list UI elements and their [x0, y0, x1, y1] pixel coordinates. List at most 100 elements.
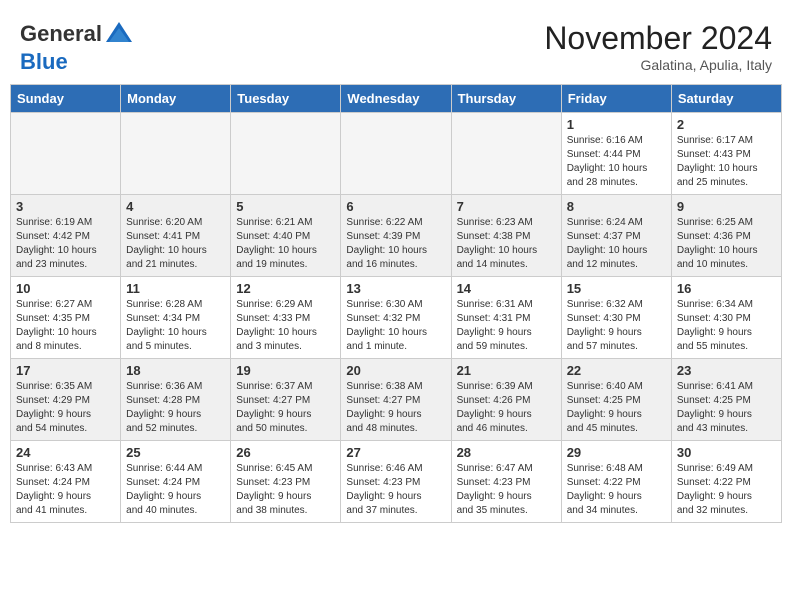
calendar-cell: 2 Sunrise: 6:17 AM Sunset: 4:43 PM Daylig… — [671, 113, 781, 195]
day-info: Sunrise: 6:16 AM Sunset: 4:44 PM Dayligh… — [567, 134, 666, 190]
calendar-cell: 23 Sunrise: 6:41 AM Sunset: 4:25 PM Dayli… — [671, 359, 781, 441]
calendar-cell: 14Sunrise: 6:31 AM Sunset: 4:31 PM Dayli… — [451, 277, 561, 359]
month-title: November 2024 — [544, 20, 772, 57]
day-info: Sunrise: 6:37 AM Sunset: 4:27 PM Dayligh… — [236, 380, 335, 436]
day-number: 9 — [677, 199, 776, 214]
day-info: Sunrise: 6:22 AM Sunset: 4:39 PM Dayligh… — [346, 216, 445, 272]
day-number: 18 — [126, 363, 225, 378]
day-info: Sunrise: 6:44 AM Sunset: 4:24 PM Dayligh… — [126, 462, 225, 518]
calendar-week-5: 24 Sunrise: 6:43 AM Sunset: 4:24 PM Dayli… — [11, 441, 782, 523]
day-info: Sunrise: 6:30 AM Sunset: 4:32 PM Dayligh… — [346, 298, 445, 354]
logo-icon — [104, 20, 134, 50]
day-number: 5 — [236, 199, 335, 214]
calendar-cell — [11, 113, 121, 195]
logo-general: General — [20, 21, 102, 46]
day-number: 12 — [236, 281, 335, 296]
calendar-cell — [341, 113, 451, 195]
calendar-cell: 10 Sunrise: 6:27 AM Sunset: 4:35 PM Dayli… — [11, 277, 121, 359]
day-number: 16 — [677, 281, 776, 296]
calendar-cell: 7Sunrise: 6:23 AM Sunset: 4:38 PM Daylig… — [451, 195, 561, 277]
day-info: Sunrise: 6:17 AM Sunset: 4:43 PM Dayligh… — [677, 134, 776, 190]
day-number: 6 — [346, 199, 445, 214]
day-info: Sunrise: 6:27 AM Sunset: 4:35 PM Dayligh… — [16, 298, 115, 354]
calendar-cell — [231, 113, 341, 195]
weekday-header-monday: Monday — [121, 85, 231, 113]
calendar-cell: 17Sunrise: 6:35 AM Sunset: 4:29 PM Dayli… — [11, 359, 121, 441]
calendar-week-3: 10 Sunrise: 6:27 AM Sunset: 4:35 PM Dayli… — [11, 277, 782, 359]
calendar-cell: 18Sunrise: 6:36 AM Sunset: 4:28 PM Dayli… — [121, 359, 231, 441]
calendar-cell: 4Sunrise: 6:20 AM Sunset: 4:41 PM Daylig… — [121, 195, 231, 277]
calendar-week-4: 17Sunrise: 6:35 AM Sunset: 4:29 PM Dayli… — [11, 359, 782, 441]
day-info: Sunrise: 6:20 AM Sunset: 4:41 PM Dayligh… — [126, 216, 225, 272]
day-info: Sunrise: 6:41 AM Sunset: 4:25 PM Dayligh… — [677, 380, 776, 436]
day-number: 24 — [16, 445, 115, 460]
calendar-cell: 26Sunrise: 6:45 AM Sunset: 4:23 PM Dayli… — [231, 441, 341, 523]
calendar-cell: 27Sunrise: 6:46 AM Sunset: 4:23 PM Dayli… — [341, 441, 451, 523]
calendar-cell: 3Sunrise: 6:19 AM Sunset: 4:42 PM Daylig… — [11, 195, 121, 277]
calendar-cell: 5 Sunrise: 6:21 AM Sunset: 4:40 PM Daylig… — [231, 195, 341, 277]
day-info: Sunrise: 6:28 AM Sunset: 4:34 PM Dayligh… — [126, 298, 225, 354]
day-info: Sunrise: 6:46 AM Sunset: 4:23 PM Dayligh… — [346, 462, 445, 518]
day-info: Sunrise: 6:29 AM Sunset: 4:33 PM Dayligh… — [236, 298, 335, 354]
weekday-header-tuesday: Tuesday — [231, 85, 341, 113]
calendar-table: SundayMondayTuesdayWednesdayThursdayFrid… — [10, 84, 782, 523]
day-info: Sunrise: 6:45 AM Sunset: 4:23 PM Dayligh… — [236, 462, 335, 518]
calendar-cell: 29Sunrise: 6:48 AM Sunset: 4:22 PM Dayli… — [561, 441, 671, 523]
day-info: Sunrise: 6:35 AM Sunset: 4:29 PM Dayligh… — [16, 380, 115, 436]
page-header: General Blue November 2024 Galatina, Apu… — [10, 10, 782, 79]
day-info: Sunrise: 6:19 AM Sunset: 4:42 PM Dayligh… — [16, 216, 115, 272]
calendar-week-2: 3Sunrise: 6:19 AM Sunset: 4:42 PM Daylig… — [11, 195, 782, 277]
weekday-header-saturday: Saturday — [671, 85, 781, 113]
day-number: 22 — [567, 363, 666, 378]
calendar-cell: 15Sunrise: 6:32 AM Sunset: 4:30 PM Dayli… — [561, 277, 671, 359]
day-number: 30 — [677, 445, 776, 460]
day-info: Sunrise: 6:47 AM Sunset: 4:23 PM Dayligh… — [457, 462, 556, 518]
calendar-cell: 6 Sunrise: 6:22 AM Sunset: 4:39 PM Daylig… — [341, 195, 451, 277]
calendar-cell: 30 Sunrise: 6:49 AM Sunset: 4:22 PM Dayli… — [671, 441, 781, 523]
calendar-cell: 8 Sunrise: 6:24 AM Sunset: 4:37 PM Daylig… — [561, 195, 671, 277]
calendar-cell: 12 Sunrise: 6:29 AM Sunset: 4:33 PM Dayli… — [231, 277, 341, 359]
calendar-cell: 16 Sunrise: 6:34 AM Sunset: 4:30 PM Dayli… — [671, 277, 781, 359]
day-number: 11 — [126, 281, 225, 296]
calendar-cell — [121, 113, 231, 195]
calendar-cell: 25 Sunrise: 6:44 AM Sunset: 4:24 PM Dayli… — [121, 441, 231, 523]
calendar-cell: 20 Sunrise: 6:38 AM Sunset: 4:27 PM Dayli… — [341, 359, 451, 441]
day-number: 23 — [677, 363, 776, 378]
day-info: Sunrise: 6:48 AM Sunset: 4:22 PM Dayligh… — [567, 462, 666, 518]
day-number: 8 — [567, 199, 666, 214]
day-number: 19 — [236, 363, 335, 378]
day-info: Sunrise: 6:21 AM Sunset: 4:40 PM Dayligh… — [236, 216, 335, 272]
weekday-header-thursday: Thursday — [451, 85, 561, 113]
calendar-week-1: 1Sunrise: 6:16 AM Sunset: 4:44 PM Daylig… — [11, 113, 782, 195]
day-info: Sunrise: 6:39 AM Sunset: 4:26 PM Dayligh… — [457, 380, 556, 436]
day-info: Sunrise: 6:40 AM Sunset: 4:25 PM Dayligh… — [567, 380, 666, 436]
day-number: 15 — [567, 281, 666, 296]
weekday-header-wednesday: Wednesday — [341, 85, 451, 113]
calendar-cell: 1Sunrise: 6:16 AM Sunset: 4:44 PM Daylig… — [561, 113, 671, 195]
day-number: 21 — [457, 363, 556, 378]
day-info: Sunrise: 6:23 AM Sunset: 4:38 PM Dayligh… — [457, 216, 556, 272]
calendar-cell: 28Sunrise: 6:47 AM Sunset: 4:23 PM Dayli… — [451, 441, 561, 523]
day-info: Sunrise: 6:43 AM Sunset: 4:24 PM Dayligh… — [16, 462, 115, 518]
calendar-cell: 21 Sunrise: 6:39 AM Sunset: 4:26 PM Dayli… — [451, 359, 561, 441]
weekday-header-sunday: Sunday — [11, 85, 121, 113]
day-info: Sunrise: 6:38 AM Sunset: 4:27 PM Dayligh… — [346, 380, 445, 436]
location-subtitle: Galatina, Apulia, Italy — [544, 57, 772, 73]
day-number: 25 — [126, 445, 225, 460]
calendar-cell: 19 Sunrise: 6:37 AM Sunset: 4:27 PM Dayli… — [231, 359, 341, 441]
day-number: 10 — [16, 281, 115, 296]
day-info: Sunrise: 6:49 AM Sunset: 4:22 PM Dayligh… — [677, 462, 776, 518]
logo: General Blue — [20, 20, 134, 74]
calendar-cell: 24 Sunrise: 6:43 AM Sunset: 4:24 PM Dayli… — [11, 441, 121, 523]
weekday-header-row: SundayMondayTuesdayWednesdayThursdayFrid… — [11, 85, 782, 113]
day-info: Sunrise: 6:24 AM Sunset: 4:37 PM Dayligh… — [567, 216, 666, 272]
logo-blue: Blue — [20, 49, 68, 74]
weekday-header-friday: Friday — [561, 85, 671, 113]
title-area: November 2024 Galatina, Apulia, Italy — [544, 20, 772, 73]
logo-text: General Blue — [20, 20, 134, 74]
day-number: 20 — [346, 363, 445, 378]
day-number: 2 — [677, 117, 776, 132]
day-number: 13 — [346, 281, 445, 296]
calendar-cell: 11 Sunrise: 6:28 AM Sunset: 4:34 PM Dayli… — [121, 277, 231, 359]
day-info: Sunrise: 6:34 AM Sunset: 4:30 PM Dayligh… — [677, 298, 776, 354]
